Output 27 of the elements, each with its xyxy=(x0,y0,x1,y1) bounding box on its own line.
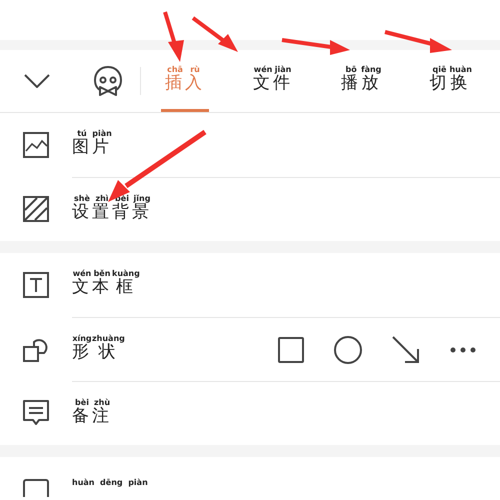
toolbar-tab[interactable]: 切 qiē 换 huàn xyxy=(425,50,476,112)
hatched-square-icon xyxy=(23,196,49,222)
annotation-arrow xyxy=(192,16,238,52)
menu-item-label: 形 xíng 状 zhuàng xyxy=(72,334,125,364)
toolbar-tab[interactable]: 文 wén 件 jiàn xyxy=(249,50,298,112)
menu-item[interactable]: huàn dēng piàn xyxy=(0,457,500,497)
menu-item[interactable]: 图 tú 片 piàn xyxy=(0,113,500,177)
square-shape-icon[interactable] xyxy=(278,336,304,362)
circle-shape-icon[interactable] xyxy=(334,336,362,364)
arrow-shape-icon[interactable] xyxy=(392,336,420,364)
picture-icon xyxy=(23,132,49,158)
mask-face-icon[interactable] xyxy=(94,66,122,96)
toolbar-tab[interactable]: 播 bō 放 fàng xyxy=(337,50,386,112)
pinyin-text: huàn dēng piàn xyxy=(72,477,148,489)
annotation-arrow xyxy=(384,30,452,53)
annotation-arrow xyxy=(163,11,184,62)
annotation-arrow xyxy=(282,38,350,55)
text-box-icon xyxy=(23,272,49,298)
comment-icon xyxy=(23,400,49,426)
menu-item-label: 备 bèi 注 zhù xyxy=(72,398,112,428)
menu-item-label: 文 wén 本 běn 框 kuàng xyxy=(72,269,140,300)
menu-item[interactable]: 形 xíng 状 zhuàng xyxy=(0,317,500,381)
more-icon[interactable] xyxy=(450,346,476,352)
menu-item[interactable]: 文 wén 本 běn 框 kuàng xyxy=(0,253,500,317)
collapse-chevron-icon[interactable] xyxy=(24,74,50,88)
shapes-icon xyxy=(23,336,49,362)
menu-item-label: 图 tú 片 piàn xyxy=(72,129,112,160)
